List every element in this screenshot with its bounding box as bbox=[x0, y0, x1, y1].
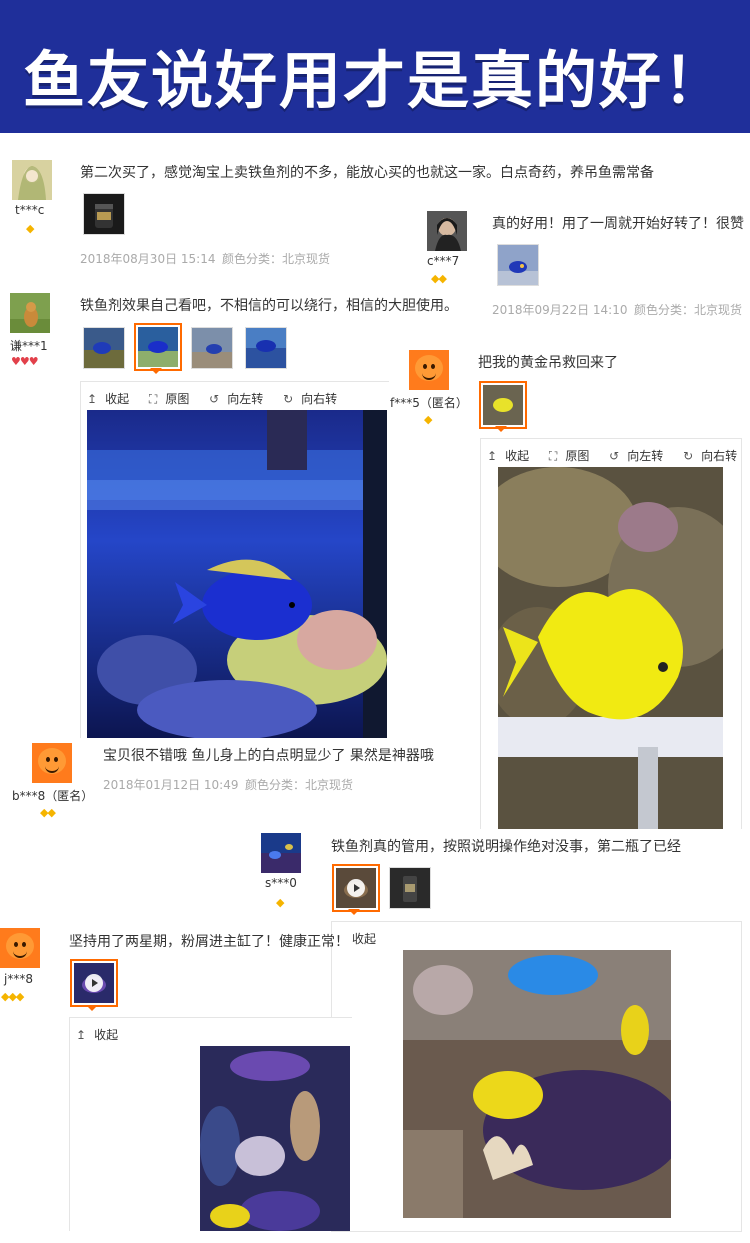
avatar[interactable] bbox=[261, 833, 301, 873]
review-photo-thumb-selected[interactable] bbox=[134, 323, 182, 371]
avatar[interactable] bbox=[10, 293, 50, 333]
review-text: 宝贝很不错哦 鱼儿身上的白点明显少了 果然是神器哦 bbox=[103, 748, 434, 764]
avatar[interactable] bbox=[0, 928, 40, 968]
viewer-toolbar: 收起 bbox=[352, 930, 392, 947]
review-photo-thumb[interactable] bbox=[191, 327, 233, 369]
review-photo-large[interactable] bbox=[498, 467, 723, 829]
avatar[interactable] bbox=[427, 211, 467, 251]
rotate-right-icon: ↻ bbox=[683, 449, 694, 463]
collapse-icon: ↥ bbox=[76, 1028, 87, 1042]
collapse-label: 收起 bbox=[505, 449, 530, 463]
review-photo-thumb[interactable] bbox=[83, 193, 125, 235]
collapse-label: 收起 bbox=[94, 1028, 119, 1042]
username: 谦***1 bbox=[10, 339, 48, 353]
username: j***8 bbox=[4, 972, 33, 986]
rotate-left-icon: ↺ bbox=[609, 449, 620, 463]
viewer-toolbar: ↥ 收起 bbox=[76, 1026, 134, 1043]
rotate-left-label: 向左转 bbox=[227, 392, 264, 406]
rank-icon: ◆ bbox=[26, 222, 35, 235]
selected-indicator bbox=[86, 1005, 98, 1011]
rotate-right-icon: ↻ bbox=[283, 392, 294, 406]
banner: 鱼友说好用才是真的好！ bbox=[0, 0, 750, 137]
avatar[interactable] bbox=[409, 350, 449, 390]
review-text: 真的好用！用了一周就开始好转了！很赞 bbox=[492, 216, 744, 232]
review-date: 2018年09月22日 14:10 bbox=[492, 303, 628, 317]
review-video-thumb-selected[interactable] bbox=[70, 959, 118, 1007]
collapse-label: 收起 bbox=[105, 392, 130, 406]
play-icon bbox=[85, 974, 103, 992]
collapse-icon: ↥ bbox=[87, 392, 98, 406]
avatar[interactable] bbox=[32, 743, 72, 783]
collapse-button[interactable]: 收起 bbox=[352, 932, 384, 946]
review-video-large[interactable] bbox=[403, 950, 671, 1218]
review-category: 颜色分类：北京现货 bbox=[222, 252, 331, 266]
rotate-right-button[interactable]: ↻ 向右转 bbox=[283, 392, 345, 406]
viewer-toolbar: ↥ 收起 ⛶ 原图 ↺ 向左转 ↻ 向右转 bbox=[87, 390, 353, 407]
username: f***5（匿名） bbox=[390, 396, 468, 410]
review-photo-thumb-selected[interactable] bbox=[479, 381, 527, 429]
review-video-large[interactable] bbox=[200, 1046, 350, 1231]
collapse-button[interactable]: ↥ 收起 bbox=[76, 1028, 126, 1042]
video-viewer: 收起 bbox=[331, 921, 742, 1232]
expand-icon: ⛶ bbox=[148, 392, 158, 406]
image-viewer: ↥ 收起 ⛶ 原图 ↺ 向左转 ↻ 向右转 bbox=[480, 438, 742, 829]
collapse-button[interactable]: ↥ 收起 bbox=[87, 392, 137, 406]
selected-indicator bbox=[150, 368, 162, 374]
rank-icon: ◆◆ bbox=[431, 272, 447, 285]
original-label: 原图 bbox=[565, 449, 590, 463]
review-photo-large[interactable] bbox=[87, 410, 387, 738]
username: t***c bbox=[15, 203, 45, 217]
review-text: 坚持用了两星期，粉屑进主缸了！健康正常！ bbox=[69, 934, 349, 950]
review-photo-thumb[interactable] bbox=[245, 327, 287, 369]
review-category: 颜色分类：北京现货 bbox=[245, 778, 354, 792]
selected-indicator bbox=[348, 909, 360, 915]
collapse-button[interactable]: ↥ 收起 bbox=[487, 449, 537, 463]
rank-icon: ♥♥♥ bbox=[11, 355, 39, 368]
review-photo-thumb[interactable] bbox=[83, 327, 125, 369]
rotate-left-label: 向左转 bbox=[627, 449, 664, 463]
video-viewer: ↥ 收起 bbox=[69, 1017, 352, 1231]
username: b***8（匿名） bbox=[12, 789, 94, 803]
review-text: 铁鱼剂真的管用，按照说明操作绝对没事，第二瓶了已经 bbox=[331, 839, 681, 855]
rotate-left-button[interactable]: ↺ 向左转 bbox=[209, 392, 271, 406]
collapse-icon: ↥ bbox=[487, 449, 498, 463]
username: c***7 bbox=[427, 254, 460, 268]
selected-indicator bbox=[495, 426, 507, 432]
rank-icon: ◆◆◆ bbox=[1, 990, 24, 1003]
review-text: 铁鱼剂效果自己看吧，不相信的可以绕行，相信的大胆使用。 bbox=[80, 298, 458, 314]
avatar[interactable] bbox=[12, 160, 52, 200]
rotate-right-label: 向右转 bbox=[301, 392, 338, 406]
expand-icon: ⛶ bbox=[548, 449, 558, 463]
username: s***0 bbox=[265, 876, 297, 890]
rank-icon: ◆ bbox=[424, 413, 433, 426]
review-text: 把我的黄金吊救回来了 bbox=[478, 355, 618, 371]
review-video-thumb-selected[interactable] bbox=[332, 864, 380, 912]
banner-title: 鱼友说好用才是真的好！ bbox=[22, 44, 727, 117]
image-viewer: ↥ 收起 ⛶ 原图 ↺ 向左转 ↻ 向右转 bbox=[80, 381, 389, 738]
rotate-right-button[interactable]: ↻ 向右转 bbox=[683, 449, 745, 463]
play-icon bbox=[347, 879, 365, 897]
rank-icon: ◆ bbox=[276, 896, 285, 909]
review-category: 颜色分类：北京现货 bbox=[634, 303, 743, 317]
original-button[interactable]: ⛶ 原图 bbox=[149, 392, 197, 406]
rotate-left-icon: ↺ bbox=[209, 392, 220, 406]
original-button[interactable]: ⛶ 原图 bbox=[549, 449, 597, 463]
review-date: 2018年08月30日 15:14 bbox=[80, 252, 216, 266]
review-photo-thumb[interactable] bbox=[497, 244, 539, 286]
collapse-label: 收起 bbox=[352, 932, 377, 946]
viewer-toolbar: ↥ 收起 ⛶ 原图 ↺ 向左转 ↻ 向右转 bbox=[487, 447, 750, 464]
rotate-right-label: 向右转 bbox=[701, 449, 738, 463]
review-text: 第二次买了，感觉淘宝上卖铁鱼剂的不多，能放心买的也就这一家。白点奇药，养吊鱼需常… bbox=[80, 165, 654, 181]
review-date: 2018年01月12日 10:49 bbox=[103, 778, 239, 792]
rank-icon: ◆◆ bbox=[40, 806, 56, 819]
rotate-left-button[interactable]: ↺ 向左转 bbox=[609, 449, 671, 463]
original-label: 原图 bbox=[165, 392, 190, 406]
review-photo-thumb[interactable] bbox=[389, 867, 431, 909]
